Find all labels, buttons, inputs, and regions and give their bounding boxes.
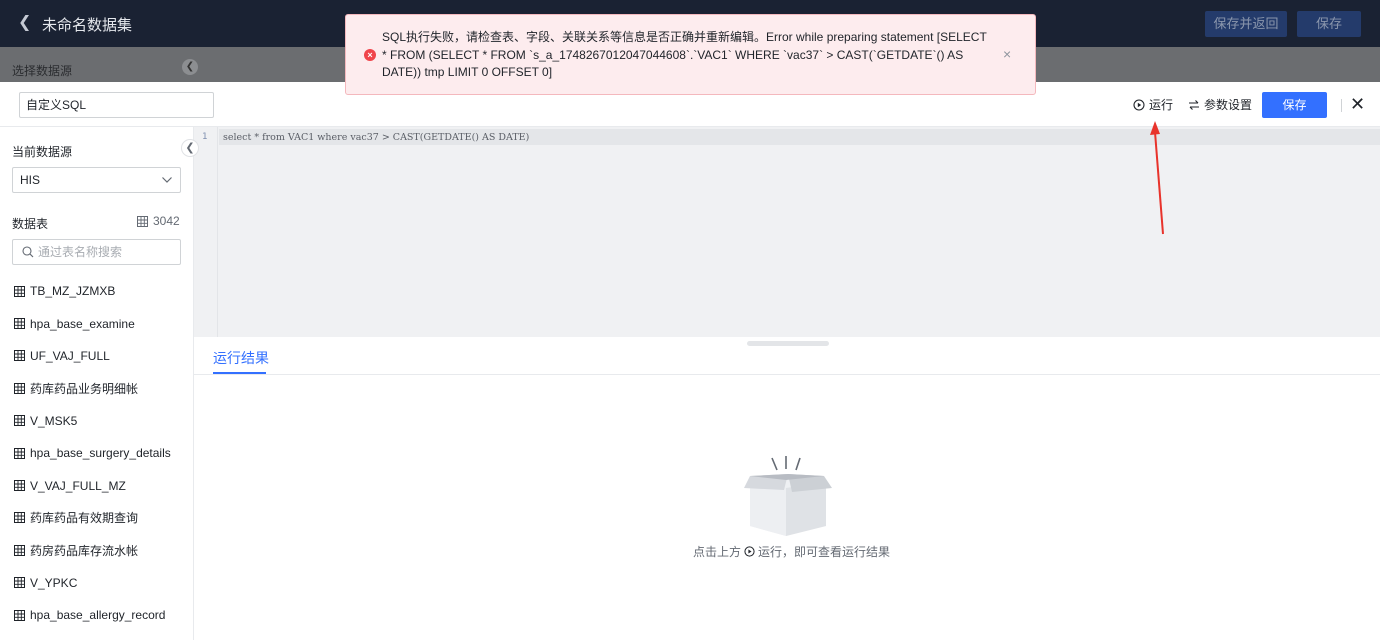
play-circle-icon: [1133, 98, 1145, 111]
table-icon: [14, 447, 25, 459]
error-toast: × SQL执行失败，请检查表、字段、关联关系等信息是否正确并重新编辑。Error…: [345, 14, 1036, 95]
chevron-down-icon: [161, 168, 173, 200]
back-chevron-icon[interactable]: ❮: [18, 13, 34, 33]
table-list-item[interactable]: hpa_base_allergy_record: [0, 599, 193, 631]
play-circle-icon: [744, 546, 755, 557]
sql-name-input[interactable]: 自定义SQL: [19, 92, 214, 118]
results-tabs: 运行结果: [194, 337, 1380, 375]
line-number: 1: [202, 132, 208, 142]
table-name: 药房药品库存流水帐: [30, 543, 139, 558]
table-list-item[interactable]: V_YPKC: [0, 567, 193, 599]
table-name: hpa_base_allergy_record: [30, 608, 166, 623]
run-label: 运行: [1149, 98, 1174, 112]
tables-count: 3042: [137, 214, 180, 228]
table-name: V_VAJ_FULL_MZ: [30, 478, 126, 493]
hint-after: 运行，即可查看运行结果: [758, 545, 891, 559]
panel-collapse-icon[interactable]: ❮: [181, 139, 199, 157]
table-list-item[interactable]: hpa_base_surgery_details: [0, 437, 193, 469]
hint-before: 点击上方: [693, 545, 742, 559]
table-name: 药库药品业务明细帐: [30, 381, 139, 396]
table-icon: [14, 285, 25, 297]
tab-run-results[interactable]: 运行结果: [213, 348, 269, 368]
data-source-select[interactable]: HIS: [12, 167, 181, 193]
table-icon: [14, 382, 25, 394]
empty-hint: 点击上方 运行，即可查看运行结果: [693, 543, 890, 560]
table-name: V_MSK5: [30, 413, 78, 428]
table-name: hpa_base_surgery_details: [30, 446, 171, 461]
header-save-button[interactable]: 保存: [1297, 11, 1361, 37]
sql-editor[interactable]: 1 select * from VAC1 where vac37 > CAST(…: [194, 127, 1380, 337]
data-source-value: HIS: [20, 173, 41, 187]
table-name: 药库药品有效期查询: [30, 511, 139, 526]
sql-code-line[interactable]: select * from VAC1 where vac37 > CAST(GE…: [223, 132, 529, 143]
table-list-item[interactable]: V_MSK5: [0, 405, 193, 437]
table-list-item[interactable]: hpa_base_examine: [0, 307, 193, 339]
table-search-input[interactable]: [38, 243, 173, 261]
table-list-item[interactable]: UF_VAJ_FULL: [0, 340, 193, 372]
table-icon: [14, 480, 25, 492]
table-icon: [14, 577, 25, 589]
params-settings-button[interactable]: 参数设置: [1188, 96, 1252, 113]
save-button[interactable]: 保存: [1262, 92, 1327, 118]
swap-arrows-icon: [1189, 99, 1199, 110]
table-list: TB_MZ_JZMXB hpa_base_examine UF_VAJ_FULL…: [0, 275, 193, 631]
editor-gutter: 1: [194, 127, 218, 337]
table-icon: [14, 609, 25, 621]
table-name: hpa_base_examine: [30, 316, 135, 331]
table-list-item[interactable]: TB_MZ_JZMXB: [0, 275, 193, 307]
table-icon: [14, 415, 25, 427]
table-list-item[interactable]: 药房药品库存流水帐: [0, 534, 193, 566]
toast-close-icon[interactable]: ×: [1003, 46, 1011, 62]
save-and-return-button[interactable]: 保存并返回: [1205, 11, 1287, 37]
table-search[interactable]: [12, 239, 181, 265]
search-icon: [22, 246, 34, 258]
tables-label: 数据表: [12, 217, 49, 231]
run-button[interactable]: 运行: [1133, 96, 1173, 113]
select-source-label: 选择数据源: [12, 64, 73, 78]
table-icon: [14, 350, 25, 362]
table-icon: [14, 544, 25, 556]
active-tab-indicator: [213, 372, 266, 374]
close-icon[interactable]: ✕: [1350, 94, 1365, 115]
table-icon: [14, 512, 25, 524]
table-name: TB_MZ_JZMXB: [30, 284, 116, 299]
table-name: V_YPKC: [30, 575, 78, 590]
table-list-item[interactable]: V_VAJ_FULL_MZ: [0, 469, 193, 501]
error-icon: ×: [364, 49, 376, 61]
table-list-item[interactable]: 药库药品业务明细帐: [0, 372, 193, 404]
current-source-label: 当前数据源: [12, 145, 73, 159]
table-list-item[interactable]: 药库药品有效期查询: [0, 502, 193, 534]
strip-collapse-icon[interactable]: ❮: [182, 59, 198, 75]
empty-box-illustration: [744, 456, 832, 536]
params-label: 参数设置: [1204, 98, 1253, 112]
annotation-arrow-icon: [1150, 121, 1164, 235]
tables-count-value: 3042: [153, 214, 180, 228]
error-message: SQL执行失败，请检查表、字段、关联关系等信息是否正确并重新编辑。Error w…: [382, 30, 987, 79]
table-icon: [14, 318, 25, 330]
left-panel: 当前数据源 HIS 数据表 3042 TB_MZ_JZMXB hpa_base_…: [0, 127, 194, 640]
table-name: UF_VAJ_FULL: [30, 348, 110, 363]
table-icon: [137, 215, 148, 227]
dataset-title: 未命名数据集: [42, 17, 133, 34]
toolbar-divider: [1341, 99, 1342, 112]
